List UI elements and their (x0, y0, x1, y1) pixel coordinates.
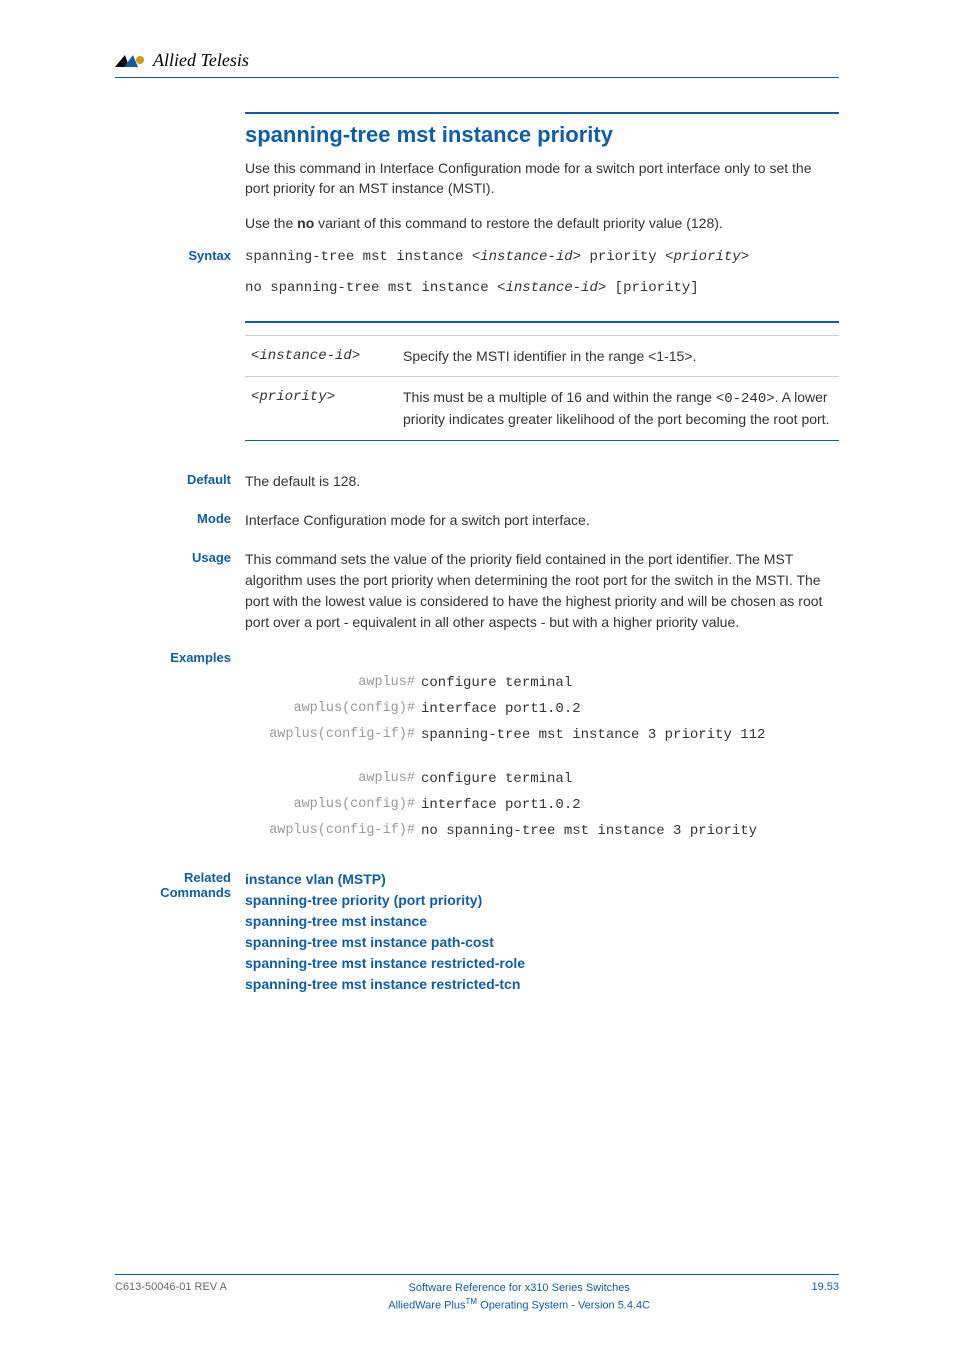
examples-section: Examples (245, 649, 839, 665)
examples-block: awplus#configure terminal awplus(config)… (245, 675, 839, 839)
syntax-section: Syntax spanning-tree mst instance <insta… (245, 247, 839, 317)
brand-logo: Allied Telesis (115, 50, 839, 71)
param-name: <priority> (245, 377, 397, 440)
related-link[interactable]: spanning-tree mst instance (245, 911, 839, 932)
example-line: awplus#configure terminal (245, 675, 839, 691)
syntax-line-2: no spanning-tree mst instance <instance-… (245, 278, 839, 299)
param-desc: This must be a multiple of 16 and within… (397, 377, 839, 440)
usage-label: Usage (115, 549, 245, 565)
mode-text: Interface Configuration mode for a switc… (245, 510, 839, 531)
default-label: Default (115, 471, 245, 487)
footer-title: Software Reference for x310 Series Switc… (388, 1281, 650, 1314)
footer-docid: C613-50046-01 REV A (115, 1281, 227, 1293)
related-link[interactable]: spanning-tree mst instance restricted-ro… (245, 953, 839, 974)
related-link[interactable]: spanning-tree priority (port priority) (245, 890, 839, 911)
title-rule (245, 112, 839, 114)
example-line: awplus(config-if)#spanning-tree mst inst… (245, 727, 839, 743)
param-name: <instance-id> (245, 335, 397, 376)
related-label: Related Commands (115, 869, 245, 900)
footer-rule (115, 1274, 839, 1275)
mode-label: Mode (115, 510, 245, 526)
default-section: Default The default is 128. (245, 471, 839, 492)
usage-section: Usage This command sets the value of the… (245, 549, 839, 633)
example-line: awplus#configure terminal (245, 771, 839, 787)
content: spanning-tree mst instance priority Use … (245, 112, 839, 995)
table-row: <instance-id> Specify the MSTI identifie… (245, 335, 839, 376)
brand-name: Allied Telesis (153, 50, 249, 71)
syntax-label: Syntax (115, 247, 245, 263)
page-footer: C613-50046-01 REV A Software Reference f… (115, 1274, 839, 1314)
related-link[interactable]: spanning-tree mst instance path-cost (245, 932, 839, 953)
related-link[interactable]: spanning-tree mst instance restricted-tc… (245, 974, 839, 995)
related-link[interactable]: instance vlan (MSTP) (245, 869, 839, 890)
related-section: Related Commands instance vlan (MSTP) sp… (245, 869, 839, 995)
param-desc: Specify the MSTI identifier in the range… (397, 335, 839, 376)
parameter-table: <instance-id> Specify the MSTI identifie… (245, 321, 839, 441)
example-line: awplus(config)#interface port1.0.2 (245, 797, 839, 813)
intro-paragraph-1: Use this command in Interface Configurat… (245, 158, 839, 199)
allied-telesis-icon (115, 53, 147, 69)
header-rule (115, 77, 839, 78)
mode-section: Mode Interface Configuration mode for a … (245, 510, 839, 531)
example-line: awplus(config-if)#no spanning-tree mst i… (245, 823, 839, 839)
footer-pageno: 19.53 (811, 1281, 839, 1293)
default-text: The default is 128. (245, 471, 839, 492)
usage-text: This command sets the value of the prior… (245, 549, 839, 633)
page-header: Allied Telesis (115, 50, 839, 71)
example-line: awplus(config)#interface port1.0.2 (245, 701, 839, 717)
table-row: <priority> This must be a multiple of 16… (245, 377, 839, 440)
syntax-line-1: spanning-tree mst instance <instance-id>… (245, 247, 839, 268)
page-title: spanning-tree mst instance priority (245, 122, 839, 148)
examples-label: Examples (115, 649, 245, 665)
intro-paragraph-2: Use the no variant of this command to re… (245, 213, 839, 233)
